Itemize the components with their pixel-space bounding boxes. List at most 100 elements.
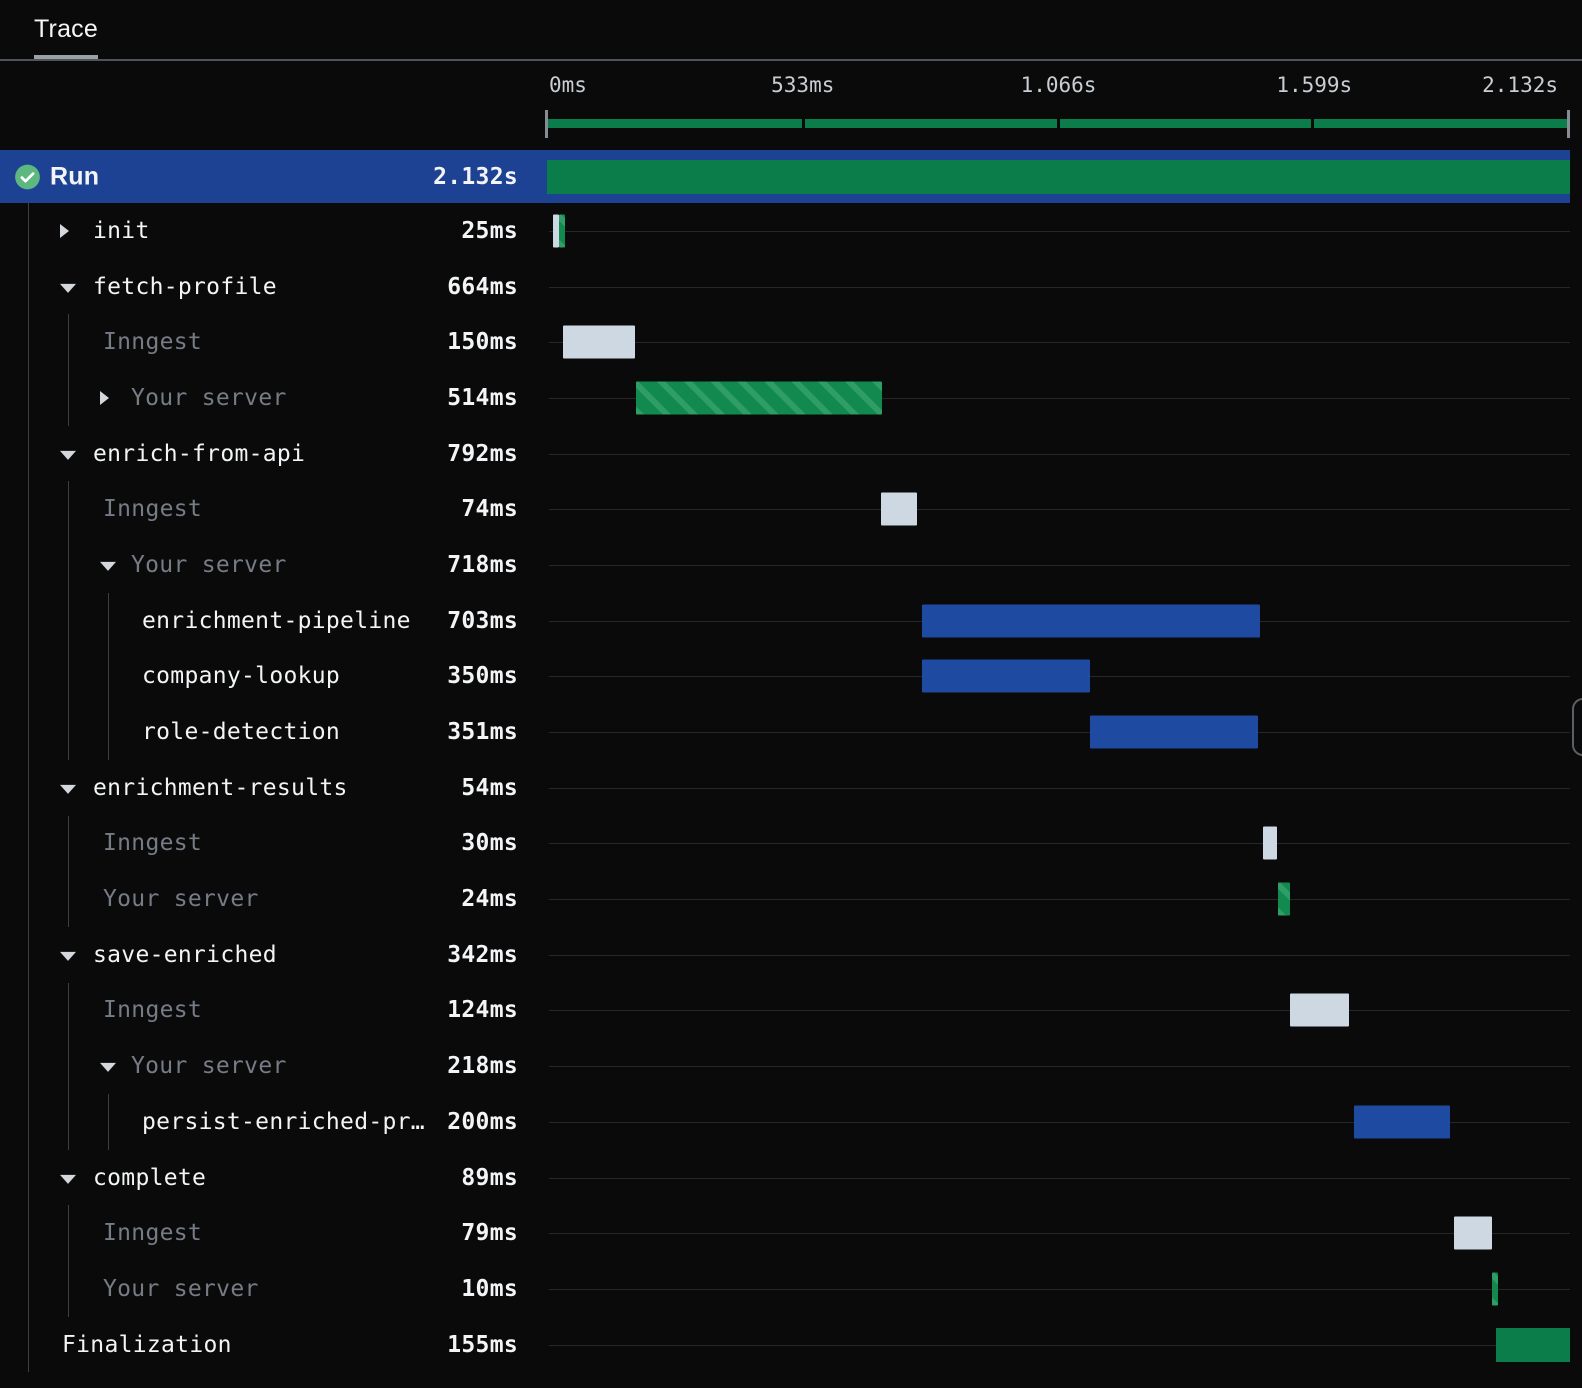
collapse-chevron-icon[interactable]: [100, 1063, 116, 1073]
span-duration-label: 10ms: [461, 1275, 518, 1302]
indent-guide-line: [28, 815, 29, 872]
span-bar-step[interactable]: [1089, 715, 1259, 749]
waterfall-track: [547, 426, 1570, 482]
span-bar-server[interactable]: [558, 214, 565, 248]
trace-row-inngest[interactable]: Inngest 30ms: [0, 815, 1570, 872]
collapse-chevron-icon[interactable]: [60, 450, 76, 460]
minimap-end-tick: [1567, 110, 1570, 138]
span-name-label: Your server: [103, 886, 259, 913]
expand-chevron-icon[interactable]: [60, 223, 69, 238]
trace-row-init[interactable]: init 25ms: [0, 203, 1570, 259]
span-bar-step[interactable]: [922, 604, 1260, 638]
span-name-label: enrichment-results: [93, 774, 348, 801]
span-bar-server[interactable]: [1491, 1272, 1499, 1306]
row-label-panel: enrichment-results 54ms: [0, 759, 547, 816]
span-bar-queue[interactable]: [1262, 826, 1278, 860]
row-label-panel: role-detection 351ms: [0, 704, 547, 760]
span-duration-label: 718ms: [447, 551, 518, 578]
waterfall-track: [547, 1094, 1570, 1150]
collapse-chevron-icon[interactable]: [100, 561, 116, 571]
trace-row-company-lookup[interactable]: company-lookup 350ms: [0, 648, 1570, 705]
trace-row-your-server[interactable]: Your server 10ms: [0, 1261, 1570, 1317]
trace-row-enrich-from-api[interactable]: enrich-from-api 792ms: [0, 425, 1570, 482]
indent-guide-line: [28, 1261, 29, 1317]
indent-guide-line: [28, 314, 29, 371]
trace-row-complete[interactable]: complete 89ms: [0, 1149, 1570, 1206]
trace-row-inngest[interactable]: Inngest 124ms: [0, 982, 1570, 1039]
trace-row-inngest[interactable]: Inngest 79ms: [0, 1205, 1570, 1262]
row-label-panel: Your server 218ms: [0, 1038, 547, 1094]
timeline-minimap[interactable]: [545, 110, 1570, 138]
trace-row-finalization[interactable]: Finalization 155ms: [0, 1316, 1570, 1373]
collapse-chevron-icon[interactable]: [60, 1174, 76, 1184]
span-duration-label: 218ms: [447, 1053, 518, 1080]
span-bar-queue[interactable]: [881, 492, 917, 526]
trace-view: Trace 0ms 533ms 1.066s 1.599s 2.132s Run 2.13…: [0, 0, 1582, 1388]
span-bar-queue[interactable]: [1453, 1216, 1492, 1250]
collapse-chevron-icon[interactable]: [60, 283, 76, 293]
indent-guide-line: [28, 592, 29, 649]
span-duration-label: 792ms: [447, 440, 518, 467]
indent-guide-line: [68, 537, 69, 593]
span-name-label: enrichment-pipeline: [142, 607, 411, 634]
trace-row-your-server[interactable]: Your server 24ms: [0, 871, 1570, 927]
row-label-panel: Finalization 155ms: [0, 1316, 547, 1373]
indent-guide-line: [28, 1316, 29, 1373]
indent-guide-line: [28, 481, 29, 538]
span-name-label: Inngest: [103, 997, 203, 1024]
span-duration-label: 342ms: [447, 941, 518, 968]
waterfall-track: [547, 481, 1570, 537]
span-bar-server[interactable]: [1278, 882, 1290, 916]
waterfall-track: [547, 593, 1570, 649]
indent-guide-line: [28, 704, 29, 760]
trace-row-your-server[interactable]: Your server 514ms: [0, 370, 1570, 426]
row-label-panel: Your server 514ms: [0, 370, 547, 426]
row-label-panel: Run 2.132s: [0, 150, 547, 203]
waterfall-track: [547, 983, 1570, 1039]
trace-row-your-server[interactable]: Your server 718ms: [0, 537, 1570, 593]
span-duration-label: 703ms: [447, 607, 518, 634]
waterfall-track: [547, 203, 1570, 259]
collapse-chevron-icon[interactable]: [60, 784, 76, 794]
trace-row-fetch-profile[interactable]: fetch-profile 664ms: [0, 258, 1570, 315]
trace-row-inngest[interactable]: Inngest 150ms: [0, 314, 1570, 371]
span-name-label: complete: [93, 1164, 207, 1191]
span-duration-label: 89ms: [461, 1164, 518, 1191]
indent-guide-line: [28, 1149, 29, 1206]
trace-row-persist-enriched-pr[interactable]: persist-enriched-pr… 200ms: [0, 1094, 1570, 1150]
trace-row-save-enriched[interactable]: save-enriched 342ms: [0, 926, 1570, 983]
waterfall-track: [547, 1205, 1570, 1261]
trace-row-inngest[interactable]: Inngest 74ms: [0, 481, 1570, 538]
indent-guide-line: [68, 704, 69, 760]
waterfall-track: [547, 370, 1570, 426]
row-label-panel: init 25ms: [0, 203, 547, 259]
vertical-scrollbar-thumb[interactable]: [1572, 698, 1582, 756]
span-bar-server[interactable]: [635, 381, 883, 415]
span-bar-step[interactable]: [922, 659, 1091, 693]
trace-row-your-server[interactable]: Your server 218ms: [0, 1038, 1570, 1094]
collapse-chevron-icon[interactable]: [60, 951, 76, 961]
indent-guide-line: [28, 1094, 29, 1150]
row-label-panel: complete 89ms: [0, 1149, 547, 1206]
row-label-panel: Inngest 79ms: [0, 1205, 547, 1262]
indent-guide-line: [108, 1094, 109, 1150]
trace-row-run[interactable]: Run 2.132s: [0, 150, 1570, 203]
span-bar-queue[interactable]: [1289, 993, 1350, 1027]
minimap-bar: [548, 119, 1567, 128]
ruler-tick-label: 1.599s: [1276, 73, 1353, 97]
tab-active-underline: [34, 55, 98, 59]
span-bar-step[interactable]: [1354, 1105, 1451, 1139]
waterfall-track: [547, 871, 1570, 927]
waterfall-track: [547, 816, 1570, 872]
tab-trace[interactable]: Trace: [34, 0, 98, 59]
row-label-panel: fetch-profile 664ms: [0, 258, 547, 315]
row-label-panel: Your server 10ms: [0, 1261, 547, 1317]
trace-row-role-detection[interactable]: role-detection 351ms: [0, 704, 1570, 760]
trace-row-enrichment-results[interactable]: enrichment-results 54ms: [0, 759, 1570, 816]
span-bar-queue[interactable]: [562, 325, 635, 359]
timeline-ruler: 0ms 533ms 1.066s 1.599s 2.132s: [0, 61, 1570, 150]
span-bar-run[interactable]: [547, 159, 1570, 194]
span-bar-run[interactable]: [1495, 1327, 1570, 1362]
expand-chevron-icon[interactable]: [100, 390, 109, 405]
trace-row-enrichment-pipeline[interactable]: enrichment-pipeline 703ms: [0, 592, 1570, 649]
